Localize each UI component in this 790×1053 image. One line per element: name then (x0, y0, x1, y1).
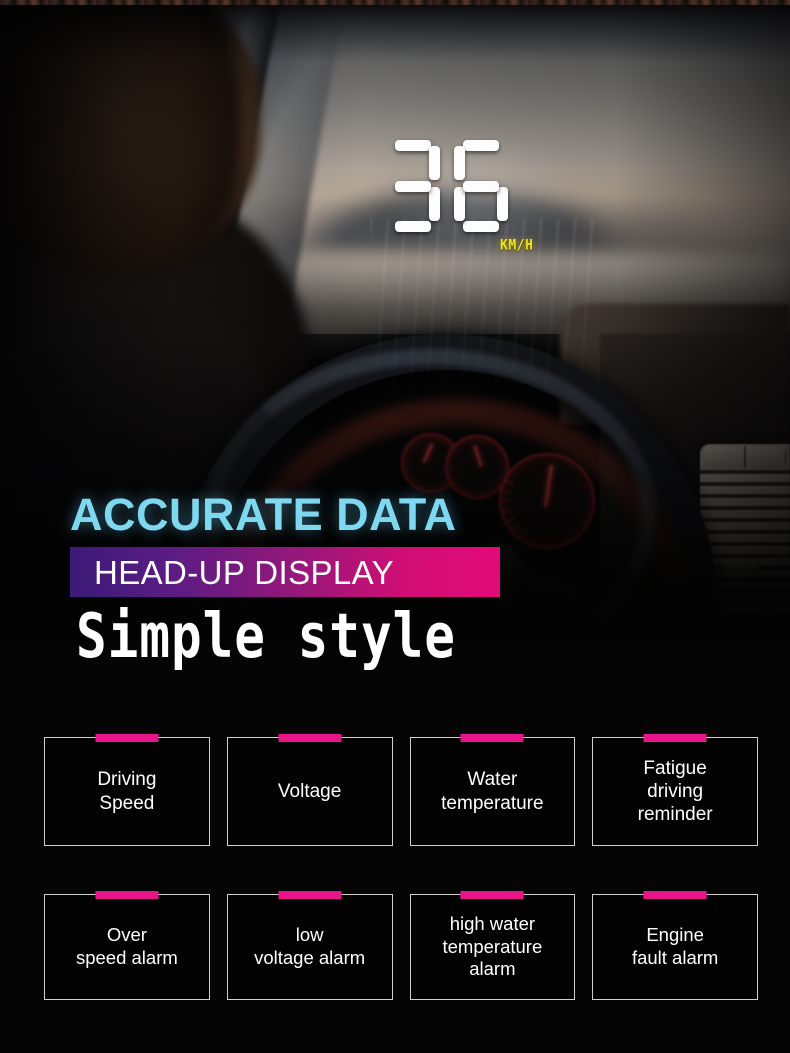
card-accent-bar (278, 734, 342, 742)
headline-simple-style: Simple style (76, 601, 456, 673)
headline-block: ACCURATE DATA HEAD-UP DISPLAY Simple sty… (0, 489, 790, 668)
feature-label: Fatigue driving reminder (637, 757, 713, 826)
feature-label: Voltage (277, 780, 342, 802)
card-accent-bar (95, 891, 159, 899)
hud-digit-2 (454, 140, 508, 232)
feature-cell: Fatigue driving reminder (592, 734, 758, 846)
product-banner: KM/H ACCURATE DATA HEAD-UP DISPLAY Simpl… (0, 0, 790, 1053)
feature-cell: Driving Speed (44, 734, 210, 846)
hud-digit-1 (386, 140, 440, 232)
feature-card-engine-fault-alarm[interactable]: Engine fault alarm (592, 891, 758, 1000)
feature-cell: low voltage alarm (226, 891, 393, 1000)
feature-cell: high water temperature alarm (409, 891, 576, 1000)
feature-card-fatigue-driving-reminder[interactable]: Fatigue driving reminder (592, 734, 758, 846)
feature-label: Driving Speed (97, 769, 157, 814)
headline-accurate-data: ACCURATE DATA (70, 489, 457, 540)
feature-card-high-water-temperature-alarm[interactable]: high water temperature alarm (409, 891, 576, 1000)
card-accent-bar (643, 891, 707, 899)
hud-light-beams (370, 218, 600, 408)
feature-card-voltage[interactable]: Voltage (226, 734, 393, 846)
feature-cell: Over speed alarm (44, 891, 210, 1000)
feature-card-low-voltage-alarm[interactable]: low voltage alarm (226, 891, 393, 1000)
feature-label: low voltage alarm (254, 924, 366, 968)
hud-speed-unit: KM/H (500, 237, 534, 254)
card-accent-bar (643, 734, 707, 742)
card-accent-bar (460, 734, 524, 742)
card-accent-bar (95, 734, 159, 742)
hud-speed-readout (386, 140, 508, 232)
feature-label: high water temperature alarm (442, 913, 543, 980)
feature-label: Water temperature (441, 769, 544, 814)
headline-gradient-bar: HEAD-UP DISPLAY (70, 547, 500, 597)
feature-label: Over speed alarm (75, 924, 178, 968)
feature-cell: Voltage (226, 734, 393, 846)
feature-card-over-speed-alarm[interactable]: Over speed alarm (44, 891, 210, 1000)
feature-cell: Water temperature (409, 734, 576, 846)
card-accent-bar (460, 891, 524, 899)
feature-card-water-temperature[interactable]: Water temperature (409, 734, 576, 846)
feature-cell: Engine fault alarm (592, 891, 758, 1000)
feature-card-driving-speed[interactable]: Driving Speed (44, 734, 210, 846)
feature-grid: Driving Speed Voltage Water temperature Fa… (44, 734, 758, 1000)
top-image-sliver (0, 0, 790, 5)
card-accent-bar (278, 891, 342, 899)
headline-head-up-display: HEAD-UP DISPLAY (94, 553, 395, 591)
hud-projection: KM/H (340, 114, 620, 408)
feature-label: Engine fault alarm (631, 924, 719, 968)
